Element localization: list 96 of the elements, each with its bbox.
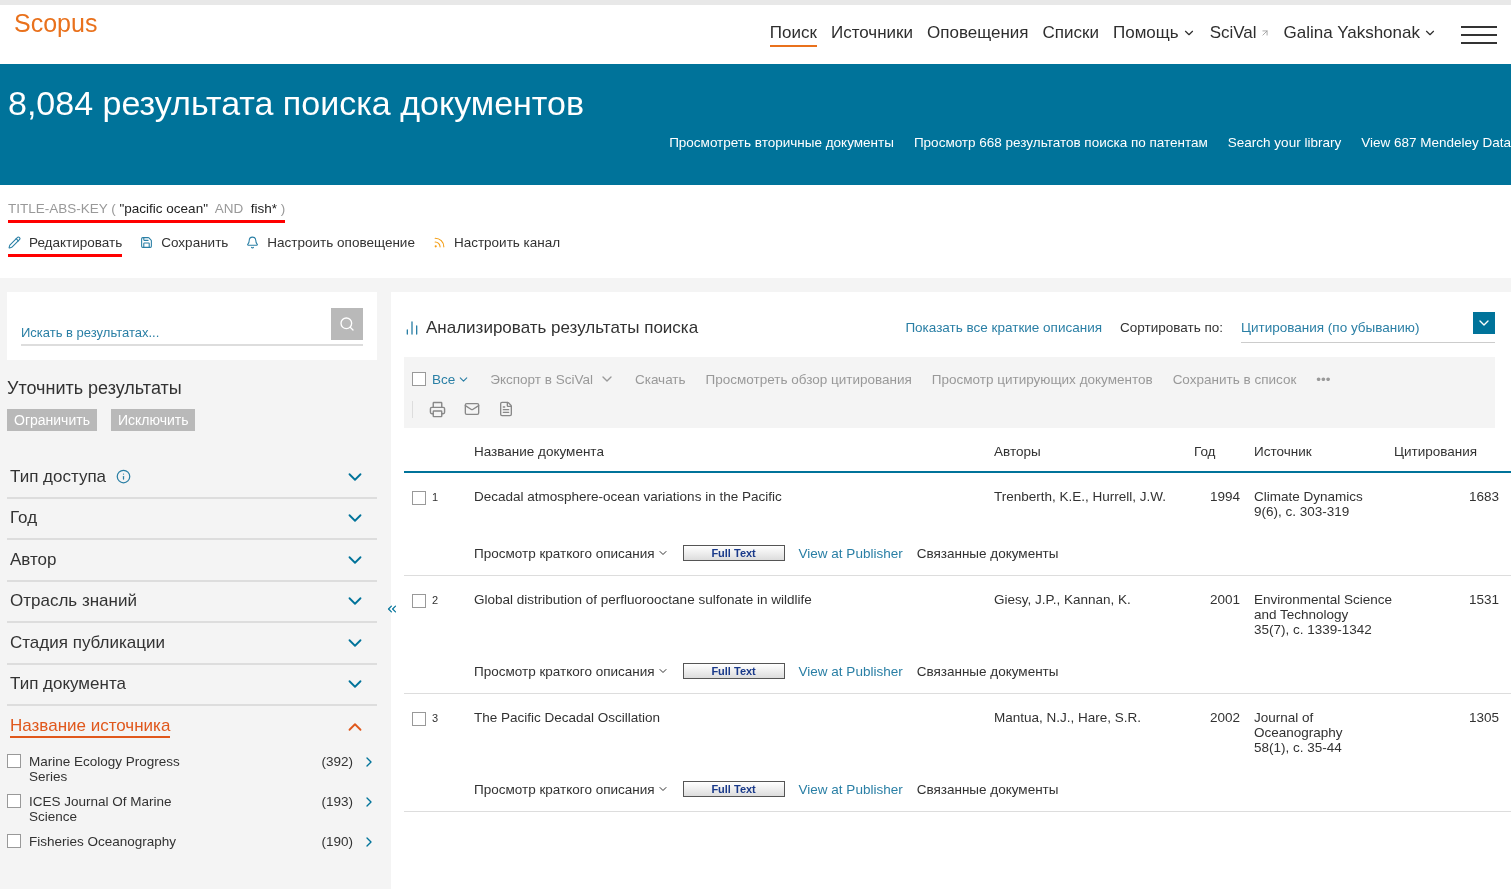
search-query: TITLE-ABS-KEY ( "pacific ocean" AND fish* ): [8, 201, 286, 223]
nav-link[interactable]: Списки: [1042, 22, 1099, 47]
citations-cell[interactable]: 1305: [1394, 710, 1499, 755]
checkbox[interactable]: [412, 594, 426, 608]
bell-icon: [246, 236, 260, 249]
facet-header[interactable]: Отрасль знаний: [7, 581, 377, 623]
year-cell-text: 2002: [1208, 710, 1240, 727]
document-title[interactable]: Global distribution of perfluorooctane sulfonate in wildlife: [474, 592, 994, 637]
nav-link[interactable]: Источники: [830, 22, 913, 47]
facet-item-label: Marine Ecology Progress Series: [29, 753, 181, 784]
search-button[interactable]: [331, 308, 363, 340]
nav-link[interactable]: SciVal: [1209, 22, 1270, 47]
bar-chart-icon: [404, 319, 420, 336]
query-action-link[interactable]: Сохранить: [140, 235, 229, 257]
refine-title: Уточнить результаты: [7, 378, 183, 399]
year-cell-text: 1994: [1208, 489, 1240, 506]
results-title: 8,084 результата поиска документов: [8, 84, 585, 123]
authors-cell[interactable]: Mantua, N.J., Hare, S.R.: [994, 710, 1194, 755]
query-action-link[interactable]: Настроить канал: [432, 235, 561, 257]
pencil-icon: [8, 236, 21, 249]
source-detail: 58(1), c. 35-44: [1254, 740, 1343, 755]
full-text-button[interactable]: Full Text: [682, 781, 785, 797]
source-title[interactable]: Climate Dynamics: [1254, 489, 1394, 504]
view-abstract-link[interactable]: Просмотр краткого описания: [474, 545, 669, 561]
banner-link[interactable]: View 687 Mendeley Data: [1361, 135, 1511, 150]
row-number: 1: [432, 491, 439, 503]
full-text-button[interactable]: Full Text: [682, 545, 785, 561]
checkbox[interactable]: [7, 753, 21, 768]
view-at-publisher-link[interactable]: View at Publisher: [798, 781, 903, 797]
facet-item-count: (190): [321, 833, 353, 849]
menu-icon[interactable]: [1461, 25, 1497, 44]
dropdown-button[interactable]: [1473, 312, 1495, 334]
related-documents-link[interactable]: Связанные документы: [916, 781, 1059, 797]
column-header[interactable]: Цитирования: [1394, 444, 1499, 459]
view-abstract-link[interactable]: Просмотр краткого описания: [474, 781, 669, 797]
banner-link[interactable]: Просмотр 668 результатов поиска по патентам: [913, 135, 1208, 150]
facet-item-label: ICES Journal Of Marine Science: [29, 793, 173, 824]
query-action-link[interactable]: Настроить оповещение: [246, 235, 415, 257]
banner-link[interactable]: Search your library: [1227, 135, 1342, 150]
nav-link[interactable]: Помощь: [1112, 22, 1196, 47]
mail-icon[interactable]: [464, 401, 480, 417]
external-link-icon: [1259, 27, 1270, 38]
source-detail: 9(6), c. 303-319: [1254, 504, 1351, 519]
year-cell-text: 2001: [1208, 592, 1240, 609]
banner-link[interactable]: Просмотреть вторичные документы: [669, 135, 894, 150]
info-icon[interactable]: [116, 469, 132, 485]
nav-link[interactable]: Galina Yakshonak: [1283, 22, 1437, 47]
facet-item-count: (392): [321, 753, 353, 769]
related-documents-link[interactable]: Связанные документы: [916, 545, 1059, 561]
collapse-icon[interactable]: [385, 602, 399, 616]
facet-header[interactable]: Автор: [7, 540, 377, 582]
print-icon[interactable]: [429, 401, 446, 418]
column-header[interactable]: Название документа: [474, 444, 994, 459]
query-action-link[interactable]: Редактировать: [8, 235, 123, 257]
nav-link[interactable]: Оповещения: [927, 22, 1029, 47]
checkbox[interactable]: [7, 793, 21, 808]
row-number: 2: [432, 594, 439, 606]
checkbox[interactable]: [7, 833, 21, 848]
sort-dropdown[interactable]: Цитирования (по убыванию): [1241, 312, 1495, 343]
facet-item-count: (193): [321, 793, 353, 809]
document-title[interactable]: The Pacific Decadal Oscillation: [474, 710, 994, 755]
document-title[interactable]: Decadal atmosphere-ocean variations in the Pacific: [474, 489, 994, 519]
document-icon[interactable]: [498, 401, 514, 417]
view-abstract-link[interactable]: Просмотр краткого описания: [474, 663, 669, 679]
authors-cell[interactable]: Giesy, J.P., Kannan, K.: [994, 592, 1194, 637]
select-all-dropdown[interactable]: Все: [432, 371, 471, 387]
search-icon: [339, 316, 355, 332]
source-detail: 35(7), c. 1339-1342: [1254, 622, 1373, 637]
save-icon: [140, 236, 154, 249]
column-header[interactable]: Год: [1194, 444, 1254, 459]
facet-header[interactable]: Тип доступа: [7, 457, 377, 499]
checkbox[interactable]: [412, 712, 426, 726]
citations-cell[interactable]: 1531: [1394, 592, 1499, 637]
column-header[interactable]: Авторы: [994, 444, 1194, 459]
nav-link[interactable]: Поиск: [769, 22, 817, 47]
show-abstracts-link[interactable]: Показать все краткие описания: [905, 320, 1102, 335]
source-title[interactable]: Environmental Science and Technology: [1254, 592, 1394, 622]
facet-header[interactable]: Тип документа: [7, 664, 377, 706]
full-text-button[interactable]: Full Text: [682, 663, 785, 679]
facet-header[interactable]: Стадия публикации: [7, 623, 377, 665]
rss-icon: [432, 236, 446, 249]
related-documents-link[interactable]: Связанные документы: [916, 663, 1059, 679]
checkbox[interactable]: [412, 491, 426, 505]
facet-item-label: Fisheries Oceanography: [29, 833, 178, 849]
citations-cell[interactable]: 1683: [1394, 489, 1499, 519]
analyze-link[interactable]: Анализировать результаты поиска: [404, 317, 699, 338]
search-field[interactable]: Искать в результатах...: [21, 308, 363, 346]
source-title[interactable]: Journal of Oceanography: [1254, 710, 1394, 740]
column-header[interactable]: Источник: [1254, 444, 1394, 459]
view-at-publisher-link[interactable]: View at Publisher: [798, 663, 903, 679]
view-at-publisher-link[interactable]: View at Publisher: [798, 545, 903, 561]
sort-label: Сортировать по:: [1120, 320, 1223, 335]
authors-cell[interactable]: Trenberth, K.E., Hurrell, J.W.: [994, 489, 1194, 519]
checkbox[interactable]: [412, 372, 426, 386]
row-number: 3: [432, 712, 439, 724]
facet-header[interactable]: Год: [7, 498, 377, 540]
